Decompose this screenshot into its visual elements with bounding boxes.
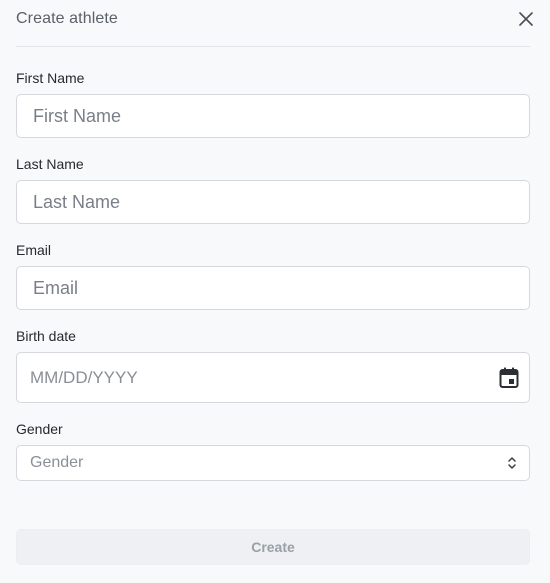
- gender-dropdown-toggle[interactable]: [507, 455, 517, 471]
- create-athlete-dialog: Create athlete First Name Last Name Emai…: [0, 0, 550, 583]
- email-input[interactable]: [17, 277, 529, 299]
- first-name-label: First Name: [16, 70, 85, 86]
- last-name-label: Last Name: [16, 156, 84, 172]
- birth-date-placeholder: MM/DD/YYYY: [30, 367, 138, 387]
- calendar-icon: [499, 367, 519, 388]
- close-button[interactable]: [516, 9, 536, 29]
- email-label: Email: [16, 242, 52, 258]
- calendar-button[interactable]: [499, 367, 519, 389]
- gender-placeholder: Gender: [30, 454, 84, 471]
- email-field-box: [16, 266, 530, 310]
- gender-select[interactable]: Gender: [16, 445, 530, 481]
- dialog-header: Create athlete: [16, 0, 533, 38]
- chevron-up-down-icon: [508, 457, 516, 469]
- first-name-input[interactable]: [17, 105, 529, 127]
- birth-date-label: Birth date: [16, 328, 76, 344]
- create-button[interactable]: Create: [16, 529, 530, 565]
- last-name-field-box: [16, 180, 530, 224]
- first-name-field-box: [16, 94, 530, 138]
- dialog-title: Create athlete: [16, 10, 118, 27]
- birth-date-input[interactable]: MM/DD/YYYY: [16, 352, 530, 403]
- header-divider: [16, 46, 530, 47]
- last-name-input[interactable]: [17, 191, 529, 213]
- gender-label: Gender: [16, 421, 63, 437]
- close-icon: [519, 12, 533, 26]
